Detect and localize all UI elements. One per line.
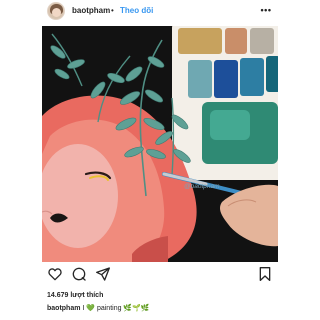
send-icon[interactable] — [95, 266, 111, 282]
separator-dot: • — [111, 6, 114, 15]
like-count[interactable]: 14.679 lượt thích — [47, 292, 103, 299]
caption-username[interactable]: baotpham — [47, 305, 80, 312]
comment-icon[interactable] — [71, 266, 87, 282]
follow-button[interactable]: Theo dõi — [120, 6, 153, 15]
more-options-icon[interactable]: ••• — [259, 5, 273, 15]
artist-signature: @baotpham — [184, 183, 220, 190]
caption-text: I 💚 painting 🌿🌱🌿 — [82, 305, 150, 312]
avatar[interactable] — [47, 2, 65, 20]
post-caption: baotpham I 💚 painting 🌿🌱🌿 — [47, 304, 150, 312]
artwork-illustration: @baotpham — [42, 26, 278, 262]
heart-icon[interactable] — [47, 266, 63, 282]
username-link[interactable]: baotpham — [72, 6, 110, 15]
bookmark-icon[interactable] — [257, 266, 273, 282]
post-image[interactable]: @baotpham — [42, 26, 278, 262]
post-header: baotpham • Theo dõi ••• — [0, 0, 320, 24]
action-bar — [0, 266, 320, 284]
avatar-face — [52, 8, 61, 17]
